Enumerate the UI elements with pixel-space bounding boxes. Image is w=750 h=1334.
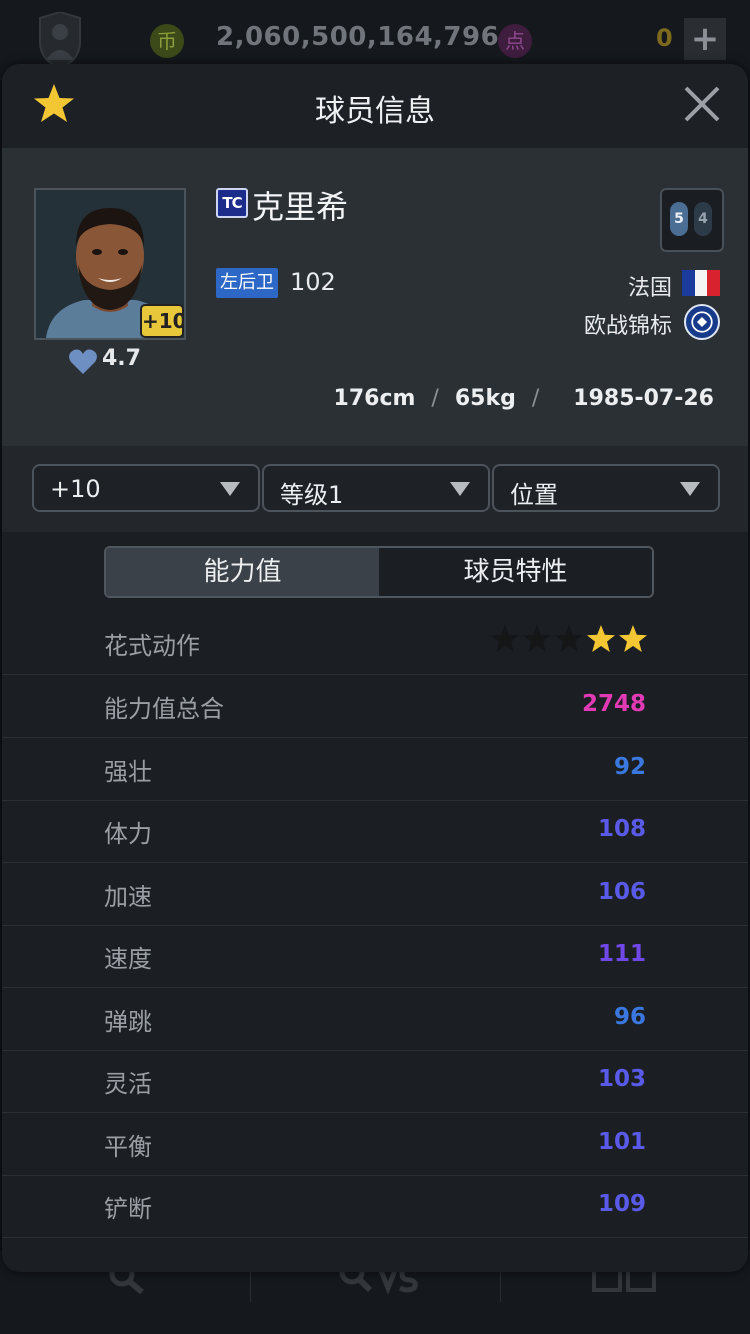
player-weight: 65kg [454, 386, 516, 411]
player-photo: +10 [34, 188, 186, 340]
point-icon: 点 [498, 24, 532, 58]
position-dropdown-label: 位置 [510, 481, 558, 509]
filter-bar: +10 等级1 位置 [2, 446, 748, 532]
modal-title: 球员信息 [315, 94, 435, 129]
level-dropdown-label: 等级1 [280, 481, 344, 509]
chevron-down-icon [450, 482, 470, 496]
stat-row: 强壮 92 [2, 738, 748, 801]
star-filled-icon [587, 625, 615, 652]
stat-value: 109 [597, 1191, 646, 1217]
season-badge: TC [216, 188, 248, 218]
position-dropdown[interactable]: 位置 [492, 464, 720, 512]
star-empty-icon [523, 625, 551, 652]
stat-label: 体力 [104, 820, 152, 848]
stat-label: 加速 [104, 882, 152, 911]
upgrade-level-badge: +10 [140, 304, 184, 338]
stat-row: 能力值总合 2748 [2, 675, 748, 738]
stat-row: 速度 111 [2, 925, 748, 988]
league-name: 欧战锦标 [583, 314, 672, 339]
player-birthdate: 1985-07-26 [573, 386, 714, 411]
stat-value: 103 [597, 1066, 646, 1092]
overall-rating: 102 [290, 268, 336, 296]
stat-label: 花式动作 [104, 632, 200, 660]
upgrade-dropdown-label: +10 [50, 475, 101, 503]
stat-value: 101 [597, 1128, 646, 1155]
chevron-down-icon [680, 482, 700, 496]
player-info-modal: 球员信息 +10 4.7 TC 克里希 左后卫 102 5 4 法国 欧战锦标 … [2, 64, 748, 1272]
right-foot-rating: 4 [694, 202, 712, 236]
stat-label: 能力值总合 [104, 695, 224, 723]
stat-row: 平衡 101 [2, 1113, 748, 1176]
stat-row: 加速 106 [2, 863, 748, 926]
player-rating: 4.7 [102, 346, 141, 371]
stat-label: 弹跳 [104, 1007, 152, 1036]
manager-avatar-icon[interactable] [36, 12, 84, 68]
body-info: 176cm / 65kg / 1985-07-26 [334, 386, 714, 411]
stat-label: 平衡 [104, 1132, 152, 1161]
point-balance: 0 [656, 24, 673, 52]
close-icon[interactable] [682, 84, 722, 124]
nation-name: 法国 [627, 276, 672, 301]
chevron-down-icon [220, 482, 240, 496]
stat-value: 106 [597, 878, 646, 905]
separator: / [431, 386, 439, 411]
weak-foot-indicator: 5 4 [660, 188, 724, 252]
coin-icon: 币 [150, 24, 184, 58]
coin-balance: 2,060,500,164,796 [216, 22, 500, 52]
league-logo-icon [684, 304, 720, 340]
modal-header: 球员信息 [2, 64, 748, 148]
player-height: 176cm [333, 386, 416, 411]
add-points-button[interactable]: + [684, 18, 726, 60]
heart-icon [69, 349, 97, 374]
stat-value: 2748 [581, 691, 646, 717]
stat-row: 体力 108 [2, 800, 748, 863]
level-dropdown[interactable]: 等级1 [262, 464, 490, 512]
stat-value: 92 [613, 753, 646, 780]
position-badge: 左后卫 [216, 268, 278, 298]
stat-label: 速度 [104, 945, 152, 973]
stat-row: 铲断 109 [2, 1175, 748, 1238]
skill-moves-row: 花式动作 [2, 612, 748, 675]
player-name: 克里希 [252, 188, 349, 226]
skill-moves-stars [490, 624, 648, 654]
stat-row: 弹跳 96 [2, 988, 748, 1051]
stat-value: 108 [597, 816, 646, 842]
stat-label: 铲断 [104, 1195, 152, 1223]
star-filled-icon [619, 625, 647, 652]
tab-ability[interactable]: 能力值 [106, 548, 379, 596]
star-empty-icon [555, 625, 583, 652]
stat-label: 强壮 [104, 757, 152, 786]
stat-value: 111 [597, 941, 646, 967]
stat-value: 96 [613, 1003, 646, 1030]
upgrade-dropdown[interactable]: +10 [32, 464, 260, 512]
france-flag-icon [682, 270, 721, 296]
tab-traits[interactable]: 球员特性 [379, 548, 652, 596]
separator: / [531, 386, 540, 411]
star-empty-icon [491, 625, 519, 652]
stat-label: 灵活 [104, 1070, 152, 1098]
stat-row: 灵活 103 [2, 1050, 748, 1113]
stats-tabs: 能力值 球员特性 [104, 546, 654, 598]
left-foot-rating: 5 [670, 202, 688, 236]
